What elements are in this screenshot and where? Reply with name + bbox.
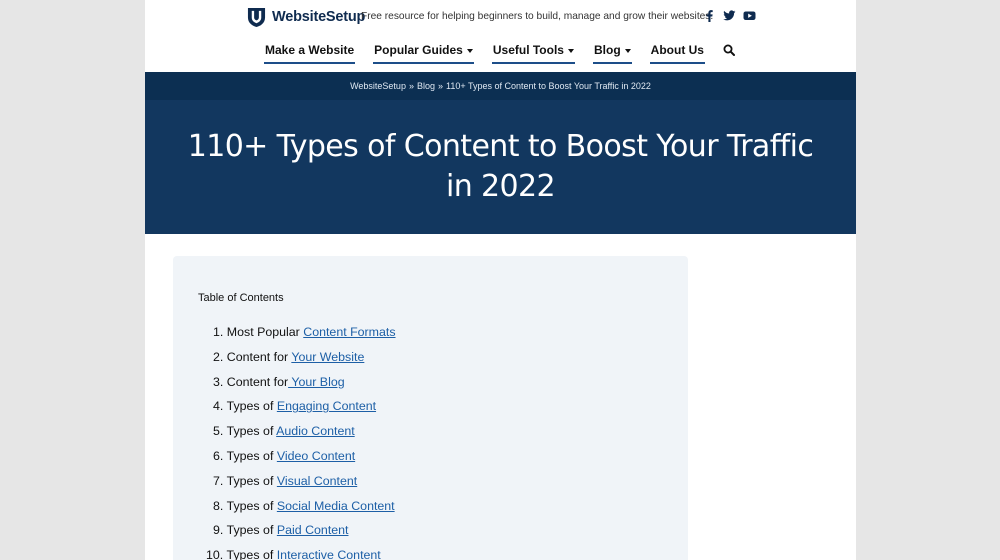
nav-label: Blog [593, 43, 621, 57]
toc-item-number: 9. [213, 523, 224, 538]
toc-item: 10. Types of Interactive Content [206, 547, 396, 560]
breadcrumb-blog-link[interactable]: Blog [417, 81, 435, 91]
toc-item-number: 3. [213, 374, 224, 389]
nav-label: Popular Guides [374, 43, 463, 57]
table-of-contents: Table of Contents 1. Most Popular Conten… [173, 256, 688, 560]
toc-item-number: 7. [213, 473, 224, 488]
toc-item-number: 2. [213, 349, 224, 364]
toc-item-prefix: Content for [226, 374, 289, 389]
breadcrumb-current: 110+ Types of Content to Boost Your Traf… [446, 81, 651, 91]
breadcrumb-separator: » [408, 81, 414, 91]
toc-item: 8. Types of Social Media Content [213, 498, 396, 523]
toc-item: 7. Types of Visual Content [213, 473, 396, 498]
caret-down-icon [466, 48, 473, 53]
site-logo[interactable]: WebsiteSetup [247, 6, 365, 28]
toc-link[interactable]: Content Formats [303, 325, 395, 339]
facebook-icon[interactable] [703, 9, 716, 22]
social-links [703, 9, 756, 22]
toc-item-prefix: Types of [226, 448, 277, 463]
main-nav: Make a Website Popular Guides Useful Too… [145, 38, 856, 68]
toc-item: 9. Types of Paid Content [213, 522, 396, 547]
search-icon [723, 44, 735, 56]
page: WebsiteSetup Free resource for helping b… [145, 0, 856, 560]
logo-text: WebsiteSetup [272, 9, 366, 25]
toc-item-prefix: Types of [226, 548, 277, 560]
toc-item: 6. Types of Video Content [213, 448, 396, 473]
caret-down-icon [567, 48, 574, 53]
nav-label: Useful Tools [492, 43, 564, 57]
toc-item-prefix: Types of [226, 424, 277, 439]
nav-useful-tools[interactable]: Useful Tools [491, 38, 575, 64]
nav-blog[interactable]: Blog [592, 38, 632, 64]
toc-title: Table of Contents [198, 292, 284, 304]
toc-item: 2. Content for Your Website [213, 349, 396, 374]
toc-link[interactable]: Audio Content [276, 424, 355, 438]
nav-label: Make a Website [265, 43, 355, 57]
toc-item-prefix: Types of [226, 523, 277, 538]
nav-about-us[interactable]: About Us [649, 38, 705, 64]
toc-item-number: 1. [213, 325, 224, 339]
toc-item-prefix: Types of [226, 473, 277, 488]
toc-item-number: 4. [213, 399, 224, 414]
toc-link[interactable]: Visual Content [277, 474, 357, 488]
youtube-icon[interactable] [743, 9, 756, 22]
breadcrumb: WebsiteSetup » Blog » 110+ Types of Cont… [145, 72, 856, 100]
caret-down-icon [624, 48, 631, 53]
toc-link[interactable]: Social Media Content [277, 499, 395, 513]
toc-item-prefix: Types of [226, 399, 277, 414]
twitter-icon[interactable] [723, 9, 736, 22]
top-bar: WebsiteSetup Free resource for helping b… [145, 0, 856, 36]
toc-item-number: 6. [213, 448, 224, 463]
toc-link[interactable]: Video Content [277, 449, 355, 463]
page-title: 110+ Types of Content to Boost Your Traf… [187, 129, 814, 204]
toc-item-number: 5. [213, 424, 224, 439]
toc-item-prefix: Types of [226, 498, 277, 513]
breadcrumb-home-link[interactable]: WebsiteSetup [350, 81, 406, 91]
toc-item-number: 10. [206, 548, 224, 560]
nav-make-a-website[interactable]: Make a Website [264, 38, 356, 64]
toc-item: 5. Types of Audio Content [213, 423, 396, 448]
toc-item-prefix: Content for [226, 349, 292, 364]
hero-banner: 110+ Types of Content to Boost Your Traf… [145, 100, 856, 234]
toc-item-prefix: Most Popular [226, 325, 304, 339]
toc-link[interactable]: Your Website [291, 350, 364, 364]
nav-label: About Us [650, 43, 704, 57]
toc-item-number: 8. [213, 498, 224, 513]
search-button[interactable] [723, 38, 737, 62]
toc-link[interactable]: Your Blog [288, 375, 344, 389]
toc-item: 4. Types of Engaging Content [213, 398, 396, 423]
nav-popular-guides[interactable]: Popular Guides [373, 38, 474, 64]
toc-link[interactable]: Interactive Content [277, 548, 381, 560]
toc-link[interactable]: Engaging Content [277, 399, 376, 413]
toc-item: 3. Content for Your Blog [213, 374, 396, 399]
breadcrumb-separator: » [437, 81, 443, 91]
toc-list: 1. Most Popular Content Formats 2. Conte… [206, 324, 396, 560]
shield-logo-icon [247, 7, 266, 28]
toc-link[interactable]: Paid Content [277, 523, 349, 537]
site-tagline: Free resource for helping beginners to b… [361, 11, 714, 22]
toc-item: 1. Most Popular Content Formats [213, 324, 396, 349]
